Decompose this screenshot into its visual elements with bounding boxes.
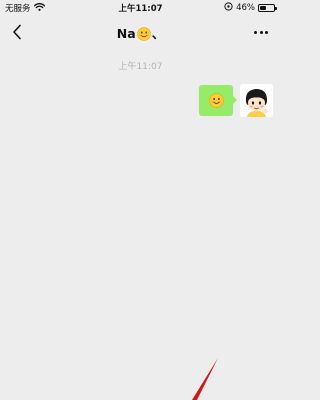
chat-title-suffix: 、 [151,26,165,41]
status-right: 46% [224,2,277,14]
more-button[interactable] [249,24,273,40]
back-button[interactable] [8,22,26,42]
more-dots-icon [259,30,263,34]
location-lock-icon [224,2,233,14]
smiling-face-emoji-icon [136,27,151,44]
my-avatar[interactable] [240,84,273,117]
message-timestamp: 上午11:07 [118,62,163,72]
cartoon-girl-avatar-icon [240,84,273,117]
chat-header: Na 、 [0,14,281,50]
status-bar: 无服务 上午11:07 46% [0,0,281,14]
chat-title: Na 、 [60,23,221,44]
more-dots-icon [265,30,268,34]
battery-level-fill [260,6,266,10]
chevron-left-icon [13,24,21,40]
chat-title-text: Na [116,26,136,41]
battery-icon [258,4,277,12]
battery-percent: 46% [236,3,255,13]
smiling-face-emoji-icon [208,93,224,108]
sent-emoji-message[interactable] [199,85,237,116]
more-dots-icon [254,30,257,34]
